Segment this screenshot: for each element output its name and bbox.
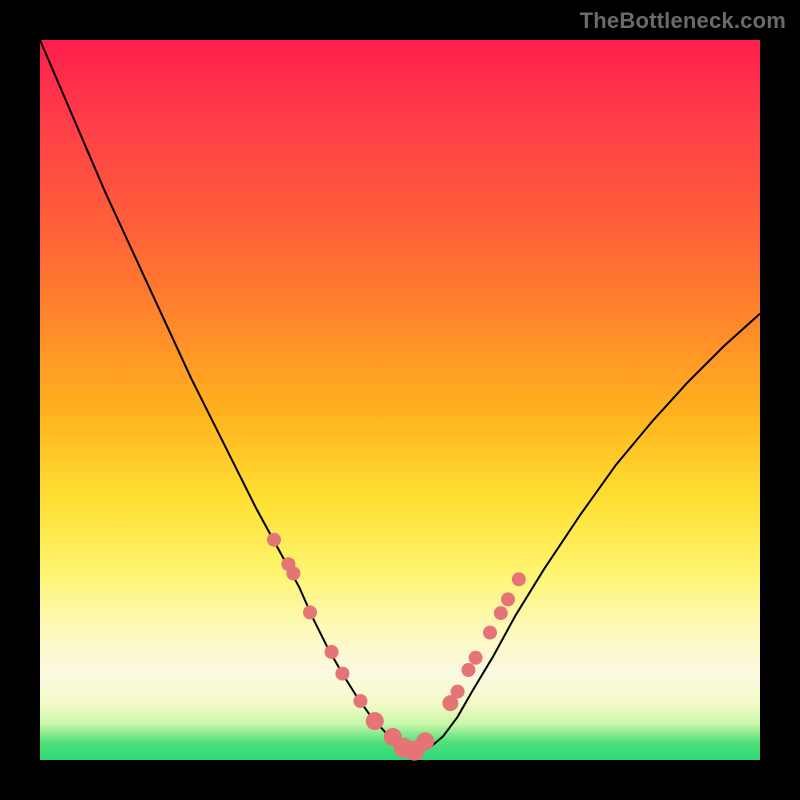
chart-svg [40,40,760,760]
data-point-marker [366,712,384,730]
data-point-marker [483,626,497,640]
data-point-marker [353,694,367,708]
data-point-marker [267,533,281,547]
data-point-marker [469,651,483,665]
data-point-marker [286,567,300,581]
data-point-marker [451,685,465,699]
bottleneck-curve [40,40,760,751]
data-point-marker [303,605,317,619]
data-point-marker [501,592,515,606]
watermark-text: TheBottleneck.com [580,8,786,34]
data-point-marker [461,663,475,677]
data-point-marker [512,572,526,586]
data-point-marker [335,667,349,681]
outer-frame: TheBottleneck.com [0,0,800,800]
data-point-marker [416,732,434,750]
data-point-marker [325,645,339,659]
data-point-marker [494,606,508,620]
